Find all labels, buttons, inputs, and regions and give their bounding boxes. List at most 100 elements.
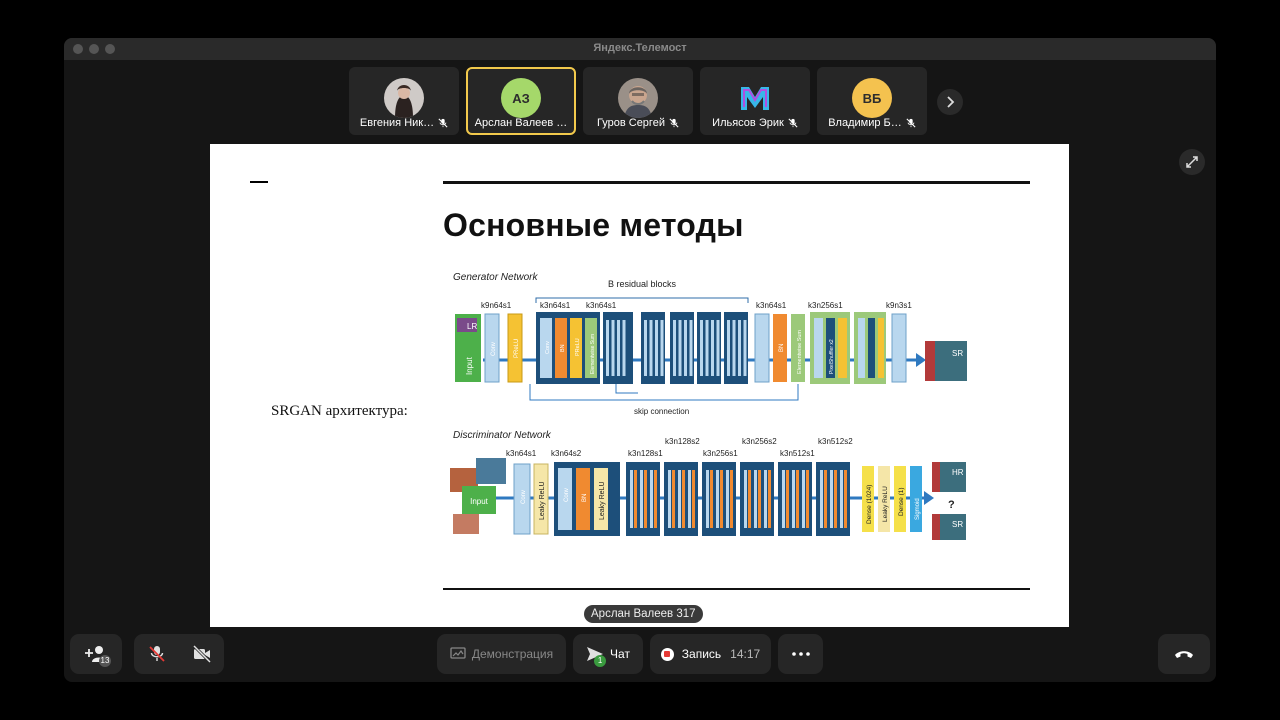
slide-top-rule xyxy=(443,181,1030,184)
disc-stripe xyxy=(678,470,681,528)
gen-up-conv xyxy=(814,318,823,378)
disc-stripe xyxy=(720,470,723,528)
svg-text:Leaky ReLU: Leaky ReLU xyxy=(882,486,889,522)
disc-input-label: Input xyxy=(470,497,489,506)
gen-label: k9n3s1 xyxy=(886,301,912,310)
disc-stripe xyxy=(630,470,633,528)
participant-photo xyxy=(618,78,658,118)
mic-off-icon xyxy=(906,118,916,128)
svg-text:Conv: Conv xyxy=(564,488,570,502)
screen-share-icon xyxy=(450,647,466,659)
svg-text:PReLU: PReLU xyxy=(575,338,581,356)
disc-label: k3n64s2 xyxy=(551,449,582,458)
disc-stripe xyxy=(834,470,837,528)
residual-label: B residual blocks xyxy=(608,279,677,289)
disc-stripe xyxy=(758,470,761,528)
gen-label: k3n64s1 xyxy=(540,301,571,310)
svg-text:PixelShuffler x2: PixelShuffler x2 xyxy=(829,339,835,374)
svg-text:BN: BN xyxy=(560,344,566,352)
avatar-photo-icon xyxy=(618,78,658,118)
invite-participants-button[interactable]: 13 xyxy=(70,634,122,674)
screen-share-button[interactable]: Демонстрация xyxy=(437,634,566,674)
disc-stripe xyxy=(672,470,675,528)
disc-stripe xyxy=(830,470,833,528)
microphone-toggle[interactable] xyxy=(134,645,179,663)
participant-avatar: АЗ xyxy=(501,78,541,118)
svg-text:Conv: Conv xyxy=(521,490,527,504)
participant-name: Гуров Сергей xyxy=(597,117,665,129)
avatar-photo-icon xyxy=(384,78,424,118)
camera-toggle[interactable] xyxy=(179,645,224,663)
gen-res-stripe xyxy=(700,320,703,376)
participant-tile[interactable]: Евгения Ник… xyxy=(349,67,459,135)
disc-stripe xyxy=(782,470,785,528)
disc-stripe xyxy=(840,470,843,528)
next-participants-button[interactable] xyxy=(937,89,963,115)
gen-res-stripe xyxy=(655,320,658,376)
screen-share-label: Демонстрация xyxy=(471,647,554,661)
disc-label: k3n512s1 xyxy=(780,449,815,458)
svg-text:PReLU: PReLU xyxy=(514,339,520,358)
gen-label: k3n64s1 xyxy=(756,301,787,310)
disc-stripe xyxy=(706,470,709,528)
skip-outer xyxy=(529,384,799,401)
participant-tile[interactable]: ВБ Владимир Б… xyxy=(817,67,927,135)
record-timer: 14:17 xyxy=(730,647,761,661)
participant-tile-active[interactable]: АЗ Арслан Валеев … xyxy=(466,67,576,135)
leave-call-button[interactable] xyxy=(1158,634,1210,674)
m-logo-icon xyxy=(735,78,775,118)
svg-text:BN: BN xyxy=(582,494,588,502)
gen-conv-final xyxy=(891,313,907,383)
svg-text:Elementwise Sum: Elementwise Sum xyxy=(590,334,596,374)
skip-inner xyxy=(615,384,638,394)
disc-stripe xyxy=(692,470,695,528)
participant-photo xyxy=(384,78,424,118)
app-window: Яндекс.Телемост Евгения Ник… АЗ Арслан В… xyxy=(64,38,1216,682)
gen-res-stripe xyxy=(705,320,709,376)
disc-stripe xyxy=(710,470,713,528)
participant-avatar: ВБ xyxy=(852,78,892,118)
disc-input-thumb xyxy=(453,514,479,534)
disc-stripe xyxy=(644,470,647,528)
gen-res-stripe xyxy=(617,320,620,376)
participant-name: Владимир Б… xyxy=(828,117,902,129)
svg-text:Dense (1024): Dense (1024) xyxy=(866,485,873,524)
mic-off-icon xyxy=(669,118,679,128)
disc-sr-label: SR xyxy=(952,520,963,529)
chat-button[interactable]: 1 Чат xyxy=(573,634,643,674)
svg-text:Leaky ReLU: Leaky ReLU xyxy=(599,481,606,520)
srgan-diagram: Generator Network B residual blocks k9n6… xyxy=(450,272,967,540)
gen-arrow xyxy=(916,353,926,367)
disc-stripe xyxy=(716,470,719,528)
svg-text:Conv: Conv xyxy=(545,341,551,354)
gen-res-stripe xyxy=(738,320,741,376)
discriminator-title: Discriminator Network xyxy=(453,430,552,441)
fullscreen-button[interactable] xyxy=(1179,149,1205,175)
gen-res-stripe xyxy=(644,320,647,376)
gen-res-stripe xyxy=(606,320,609,376)
participant-tile[interactable]: Ильясов Эрик xyxy=(700,67,810,135)
more-options-button[interactable] xyxy=(778,634,823,674)
mic-off-icon xyxy=(788,118,798,128)
disc-label: k3n128s1 xyxy=(628,449,663,458)
record-button[interactable]: Запись 14:17 xyxy=(650,634,771,674)
gen-res-stripe xyxy=(711,320,714,376)
generator-title: Generator Network xyxy=(453,272,538,283)
gen-conv xyxy=(754,313,770,383)
disc-stripe xyxy=(786,470,789,528)
svg-text:Sigmoid: Sigmoid xyxy=(915,498,921,520)
gen-label: k3n64s1 xyxy=(586,301,617,310)
chat-unread-badge: 1 xyxy=(594,655,607,667)
lr-label: LR xyxy=(467,322,477,331)
title-bar: Яндекс.Телемост xyxy=(64,38,1216,60)
participant-tile[interactable]: Гуров Сергей xyxy=(583,67,693,135)
disc-stripe xyxy=(654,470,657,528)
participant-name: Ильясов Эрик xyxy=(712,117,784,129)
gen-res-stripe xyxy=(622,320,626,376)
disc-stripe xyxy=(764,470,767,528)
svg-text:Elementwise Sum: Elementwise Sum xyxy=(797,330,803,374)
window-title: Яндекс.Телемост xyxy=(593,42,687,54)
svg-text:Conv: Conv xyxy=(491,342,497,356)
gen-res-stripe xyxy=(678,320,682,376)
disc-label: k3n512s2 xyxy=(818,437,853,446)
